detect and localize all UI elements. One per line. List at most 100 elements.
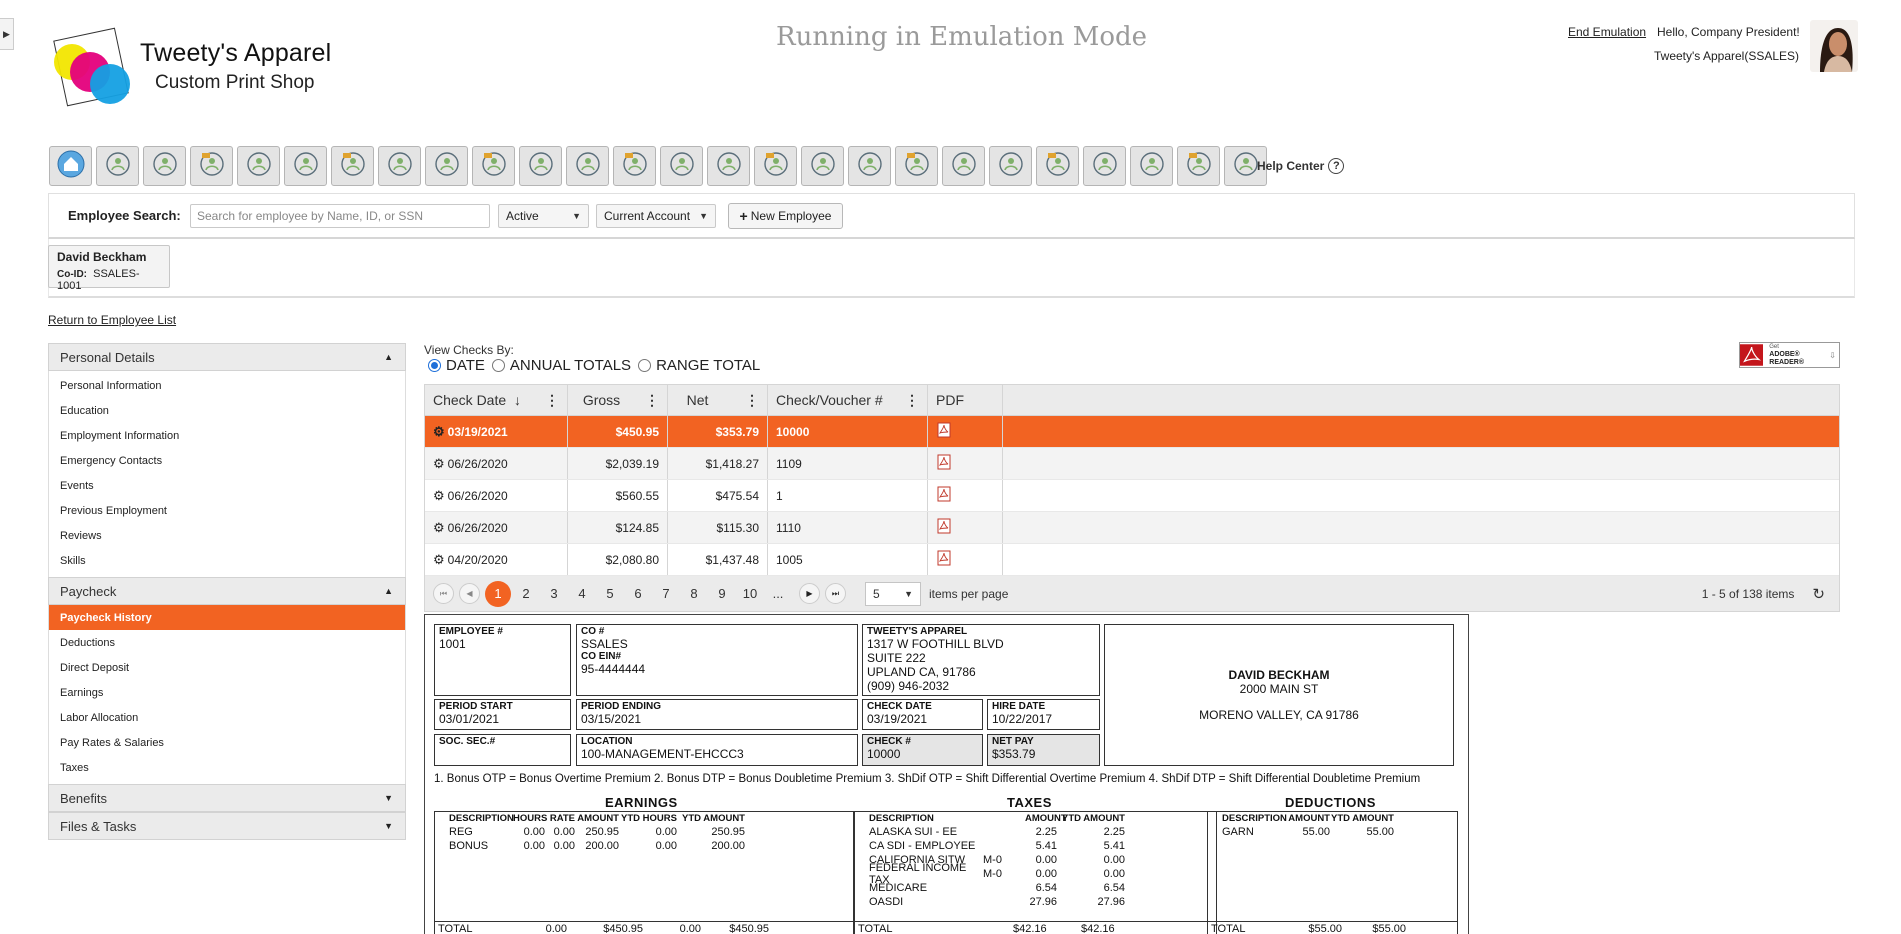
last-page-icon[interactable]: ⏭: [825, 583, 846, 604]
col-net[interactable]: Net ⋮: [668, 385, 768, 415]
money-bag-button[interactable]: [425, 146, 468, 186]
new-employee-button[interactable]: + New Employee: [728, 203, 843, 229]
target-button[interactable]: [472, 146, 515, 186]
gear-icon[interactable]: ⚙: [433, 424, 445, 440]
target-check-button[interactable]: [566, 146, 609, 186]
nav-item-deductions[interactable]: Deductions: [49, 630, 405, 655]
page-number-8[interactable]: 8: [681, 581, 707, 607]
gear-icon[interactable]: ⚙: [433, 488, 445, 504]
nav-item-personal-information[interactable]: Personal Information: [49, 373, 405, 398]
nav-item-labor-allocation[interactable]: Labor Allocation: [49, 705, 405, 730]
employee-search-input[interactable]: [190, 204, 490, 228]
gear-icon[interactable]: ⚙: [433, 552, 445, 568]
hand-up-button[interactable]: [989, 146, 1032, 186]
pdf-icon[interactable]: [936, 422, 952, 441]
items-per-page-dropdown[interactable]: 5 ▼: [865, 581, 921, 606]
team-button[interactable]: [284, 146, 327, 186]
nav-item-events[interactable]: Events: [49, 473, 405, 498]
col-check-date[interactable]: Check Date ↓ ⋮: [425, 385, 568, 415]
nav-item-direct-deposit[interactable]: Direct Deposit: [49, 655, 405, 680]
growth-team-button[interactable]: [942, 146, 985, 186]
sidebar-toggle-button[interactable]: ▶: [0, 18, 14, 50]
search-doc-button[interactable]: [1083, 146, 1126, 186]
page-number-2[interactable]: 2: [513, 581, 539, 607]
nav-section-paycheck[interactable]: Paycheck ▲: [48, 577, 406, 605]
first-page-icon[interactable]: ⏮: [433, 583, 454, 604]
page-number-9[interactable]: 9: [709, 581, 735, 607]
home-button[interactable]: [49, 146, 92, 186]
nav-section-personal-details[interactable]: Personal Details ▲: [48, 343, 406, 371]
radio-range-total[interactable]: [638, 359, 652, 372]
refresh-icon[interactable]: ↻: [1812, 585, 1825, 603]
document-button[interactable]: [378, 146, 421, 186]
column-menu-icon[interactable]: ⋮: [745, 392, 759, 409]
col-gross[interactable]: Gross ⋮: [568, 385, 668, 415]
column-menu-icon[interactable]: ⋮: [545, 392, 559, 409]
page-number-6[interactable]: 6: [625, 581, 651, 607]
page-number-10[interactable]: 10: [737, 581, 763, 607]
nav-item-taxes[interactable]: Taxes: [49, 755, 405, 780]
page-number-1[interactable]: 1: [485, 580, 511, 607]
radio-date[interactable]: [428, 359, 441, 372]
page-number-5[interactable]: 5: [597, 581, 623, 607]
nav-item-education[interactable]: Education: [49, 398, 405, 423]
dashboard-button[interactable]: [96, 146, 139, 186]
nav-item-emergency-contacts[interactable]: Emergency Contacts: [49, 448, 405, 473]
end-emulation-link[interactable]: End Emulation: [1568, 25, 1646, 39]
nav-item-skills[interactable]: Skills: [49, 548, 405, 573]
pdf-icon[interactable]: [936, 454, 952, 473]
user-avatar[interactable]: [1810, 20, 1858, 72]
pdf-icon[interactable]: [936, 486, 952, 505]
nav-item-paycheck-history[interactable]: Paycheck History: [49, 605, 405, 630]
nav-item-employment-information[interactable]: Employment Information: [49, 423, 405, 448]
search-x-button[interactable]: [848, 146, 891, 186]
gift-button[interactable]: [1130, 146, 1173, 186]
radio-annual-totals[interactable]: [491, 359, 505, 372]
next-page-icon[interactable]: ▶: [799, 583, 820, 604]
taxes-row: FEDERAL INCOME TAX M-0 0.00 0.00: [855, 862, 1216, 886]
pdf-icon[interactable]: [936, 550, 952, 569]
target-cross-button[interactable]: [613, 146, 656, 186]
nav-item-earnings[interactable]: Earnings: [49, 680, 405, 705]
page-number-3[interactable]: 3: [541, 581, 567, 607]
presentation-button[interactable]: [190, 146, 233, 186]
nav-item-pay-rates-salaries[interactable]: Pay Rates & Salaries: [49, 730, 405, 755]
org-chart-button[interactable]: [331, 146, 374, 186]
gear-icon[interactable]: ⚙: [433, 456, 445, 472]
column-menu-icon[interactable]: ⋮: [905, 392, 919, 409]
prev-page-icon[interactable]: ◀: [459, 583, 480, 604]
gear-icon[interactable]: ⚙: [433, 520, 445, 536]
pdf-icon[interactable]: [936, 518, 952, 537]
help-center-link[interactable]: Help Center ?: [1257, 158, 1345, 174]
shield-button[interactable]: [754, 146, 797, 186]
nav-section-benefits[interactable]: Benefits ▼: [48, 784, 406, 812]
settings-users-button[interactable]: [143, 146, 186, 186]
nav-item-reviews[interactable]: Reviews: [49, 523, 405, 548]
nav-item-previous-employment[interactable]: Previous Employment: [49, 498, 405, 523]
table-row[interactable]: ⚙ 03/19/2021 $450.95 $353.79 10000: [425, 416, 1839, 448]
table-row[interactable]: ⚙ 06/26/2020 $124.85 $115.30 1110: [425, 512, 1839, 544]
group-button[interactable]: [237, 146, 280, 186]
search-hand-button[interactable]: [801, 146, 844, 186]
page-number-4[interactable]: 4: [569, 581, 595, 607]
account-dropdown[interactable]: Current Account ▼: [596, 204, 716, 228]
employee-card[interactable]: David Beckham Co-ID: SSALES-1001: [48, 245, 170, 292]
table-row[interactable]: ⚙ 04/20/2020 $2,080.80 $1,437.48 1005: [425, 544, 1839, 576]
status-dropdown[interactable]: Active ▼: [498, 204, 589, 228]
money-bag-2-button[interactable]: [895, 146, 938, 186]
board-group-button[interactable]: [1036, 146, 1079, 186]
table-row[interactable]: ⚙ 06/26/2020 $560.55 $475.54 1: [425, 480, 1839, 512]
meeting-button[interactable]: [1177, 146, 1220, 186]
get-adobe-reader-badge[interactable]: Get ADOBE® READER® ⇩: [1739, 342, 1840, 368]
hand-pointer-button[interactable]: [707, 146, 750, 186]
nav-section-files-tasks[interactable]: Files & Tasks ▼: [48, 812, 406, 840]
col-check-voucher[interactable]: Check/Voucher # ⋮: [768, 385, 928, 415]
return-to-employee-list-link[interactable]: Return to Employee List: [48, 313, 176, 327]
compare-button[interactable]: [660, 146, 703, 186]
page-ellipsis[interactable]: ...: [765, 581, 791, 607]
column-menu-icon[interactable]: ⋮: [645, 392, 659, 409]
taxes-cell: 5.41: [1103, 840, 1125, 852]
table-row[interactable]: ⚙ 06/26/2020 $2,039.19 $1,418.27 1109: [425, 448, 1839, 480]
target-arrows-button[interactable]: [519, 146, 562, 186]
page-number-7[interactable]: 7: [653, 581, 679, 607]
